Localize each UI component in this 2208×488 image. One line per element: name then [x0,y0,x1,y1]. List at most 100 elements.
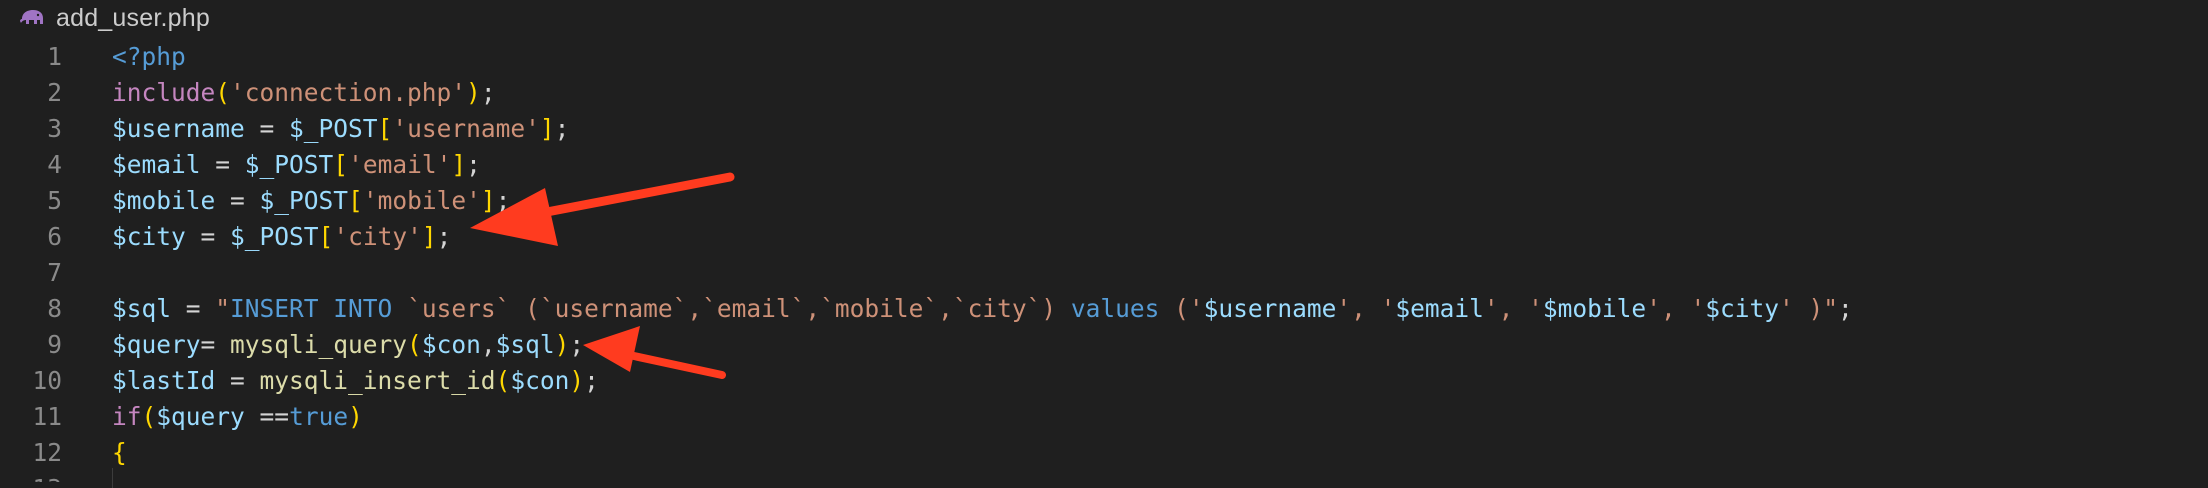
code-text: $sql = "INSERT INTO `users` (`username`,… [112,294,1853,323]
code-token: $username [1203,293,1337,323]
line-number: 6 [47,221,62,251]
line-number: 11 [32,401,62,431]
code-token: include [112,77,216,107]
code-token: $lastId [112,365,216,395]
code-line[interactable]: 3 $username = $_POST['username']; [0,110,2208,146]
code-token: ] [539,113,555,143]
code-token: ] [480,185,496,215]
code-line[interactable]: 4 $email = $_POST['email']; [0,146,2208,182]
code-text: { [112,438,127,467]
code-token: true [289,401,349,431]
code-text: include('connection.php'); [112,78,496,107]
code-token: [ [318,221,334,251]
code-token: $sql [495,329,555,359]
code-token: $sql [112,293,172,323]
code-token: = [215,185,260,215]
code-token: $_POST [259,185,349,215]
code-token: $_POST [244,149,334,179]
code-line[interactable]: 11 if($query ==true) [0,398,2208,434]
code-token: ) [554,329,570,359]
code-token: $con [421,329,481,359]
code-token: = [200,149,245,179]
code-token: ( [495,365,511,395]
code-token: ] [421,221,437,251]
code-token: 'username' [392,113,540,143]
code-token: 'connection.php' [230,77,467,107]
code-text: $email = $_POST['email']; [112,150,481,179]
code-token: $query [156,401,245,431]
code-token: ; [480,77,496,107]
code-token: ] [451,149,467,179]
code-token: ', ' [1483,293,1543,323]
code-token: ; [569,329,585,359]
code-token: 'mobile' [362,185,481,215]
code-token: ( [141,401,157,431]
code-line[interactable]: 2 include('connection.php'); [0,74,2208,110]
line-number: 4 [47,149,62,179]
code-token: [ [333,149,349,179]
line-number: 9 [47,329,62,359]
code-line[interactable]: 13 [0,470,2208,483]
editor-tab[interactable]: add_user.php [0,0,2208,36]
code-editor[interactable]: 1 <?php 2 include('connection.php'); 3 $usern… [0,38,2208,483]
code-token: == [244,401,290,431]
line-number: 3 [47,113,62,143]
code-text: $lastId = mysqli_insert_id($con); [112,366,599,395]
code-token: $email [112,149,201,179]
code-token: $_POST [230,221,319,251]
code-token: (' [1159,293,1204,323]
code-text: <?php [112,42,186,71]
code-line[interactable]: 10 $lastId = mysqli_insert_id($con); [0,362,2208,398]
code-token: ; [495,185,511,215]
line-number: 7 [47,257,62,287]
code-token: ' )" [1778,293,1838,323]
code-line[interactable]: 1 <?php [0,38,2208,74]
code-token: ; [584,365,599,395]
code-token: = [171,293,216,323]
code-token: $_POST [289,113,378,143]
code-token: " [215,293,231,323]
code-line[interactable]: 9 $query= mysqli_query($con,$sql); [0,326,2208,362]
code-line[interactable]: 6 $city = $_POST['city']; [0,218,2208,254]
indent-guide [112,468,113,488]
code-token: INSERT INTO [230,293,393,323]
code-token: ', ' [1646,293,1706,323]
code-token: ( [407,329,422,359]
code-text: $username = $_POST['username']; [112,114,569,143]
code-token: mysqli_insert_id [259,365,496,395]
code-token: 'city' [333,221,422,251]
code-token: 'email' [348,149,452,179]
code-token: ; [436,221,452,251]
code-token: ) [348,401,363,431]
code-token: [ [377,113,393,143]
line-number: 12 [32,437,62,467]
code-text: if($query ==true) [112,402,363,431]
code-token: if [112,401,142,431]
code-line[interactable]: 7 [0,254,2208,290]
code-token: ; [554,113,570,143]
line-number: 5 [47,185,62,215]
code-token: $query [112,329,201,359]
code-line[interactable]: 12 { [0,434,2208,470]
code-token: $username [112,113,245,143]
line-number: 8 [47,293,62,323]
code-token: mysqli_query [230,329,408,359]
tab-title: add_user.php [56,3,210,32]
php-elephant-icon [18,6,48,30]
line-number: 2 [47,77,62,107]
code-text: $query= mysqli_query($con,$sql); [112,330,584,359]
code-token: $mobile [112,185,216,215]
code-line[interactable]: 8 $sql = "INSERT INTO `users` (`username`… [0,290,2208,326]
code-text: $mobile = $_POST['mobile']; [112,186,510,215]
code-token: $city [1705,293,1779,323]
code-token: <?php [112,41,186,71]
code-token: , [480,329,496,359]
code-token: $city [112,221,186,251]
code-line[interactable]: 5 $mobile = $_POST['mobile']; [0,182,2208,218]
line-number: 1 [47,41,62,71]
code-token: ) [569,365,585,395]
code-token: values [1070,293,1160,323]
line-number: 10 [32,365,62,395]
code-token: = [200,329,231,359]
code-token: { [112,437,127,467]
